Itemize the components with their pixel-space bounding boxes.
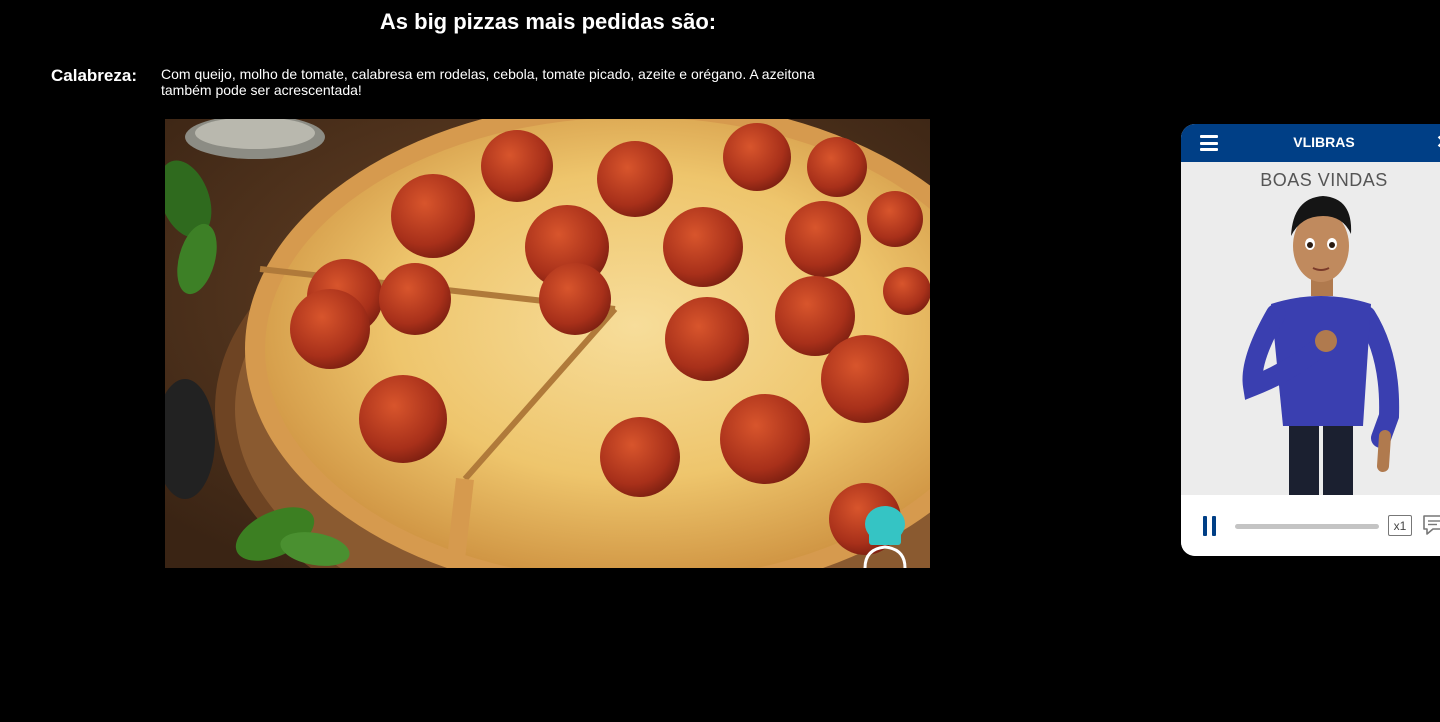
speed-button[interactable]: x1 bbox=[1388, 515, 1412, 536]
item-description-calabreza: Com queijo, molho de tomate, calabresa e… bbox=[161, 66, 815, 98]
vlibras-header: VLIBRAS ✕ bbox=[1181, 124, 1440, 162]
subtitles-icon[interactable] bbox=[1421, 513, 1440, 537]
page: As big pizzas mais pedidas são: Calabrez… bbox=[0, 0, 1440, 722]
vlibras-controls: x1 bbox=[1181, 495, 1440, 556]
pause-icon[interactable] bbox=[1203, 516, 1217, 536]
pizza-image bbox=[165, 119, 930, 568]
avatar bbox=[1242, 196, 1400, 495]
vlibras-avatar-stage: BOAS VINDAS bbox=[1181, 162, 1440, 495]
page-title: As big pizzas mais pedidas são: bbox=[379, 9, 717, 34]
item-label-calabreza: Calabreza: bbox=[51, 66, 137, 85]
vlibras-widget: VLIBRAS ✕ BOAS VINDAS bbox=[1181, 124, 1440, 556]
close-icon[interactable]: ✕ bbox=[1436, 132, 1440, 153]
vlibras-title: VLIBRAS bbox=[1293, 134, 1355, 150]
playback-progress-bar[interactable] bbox=[1235, 524, 1379, 529]
vlibras-caption: BOAS VINDAS bbox=[1260, 170, 1388, 190]
